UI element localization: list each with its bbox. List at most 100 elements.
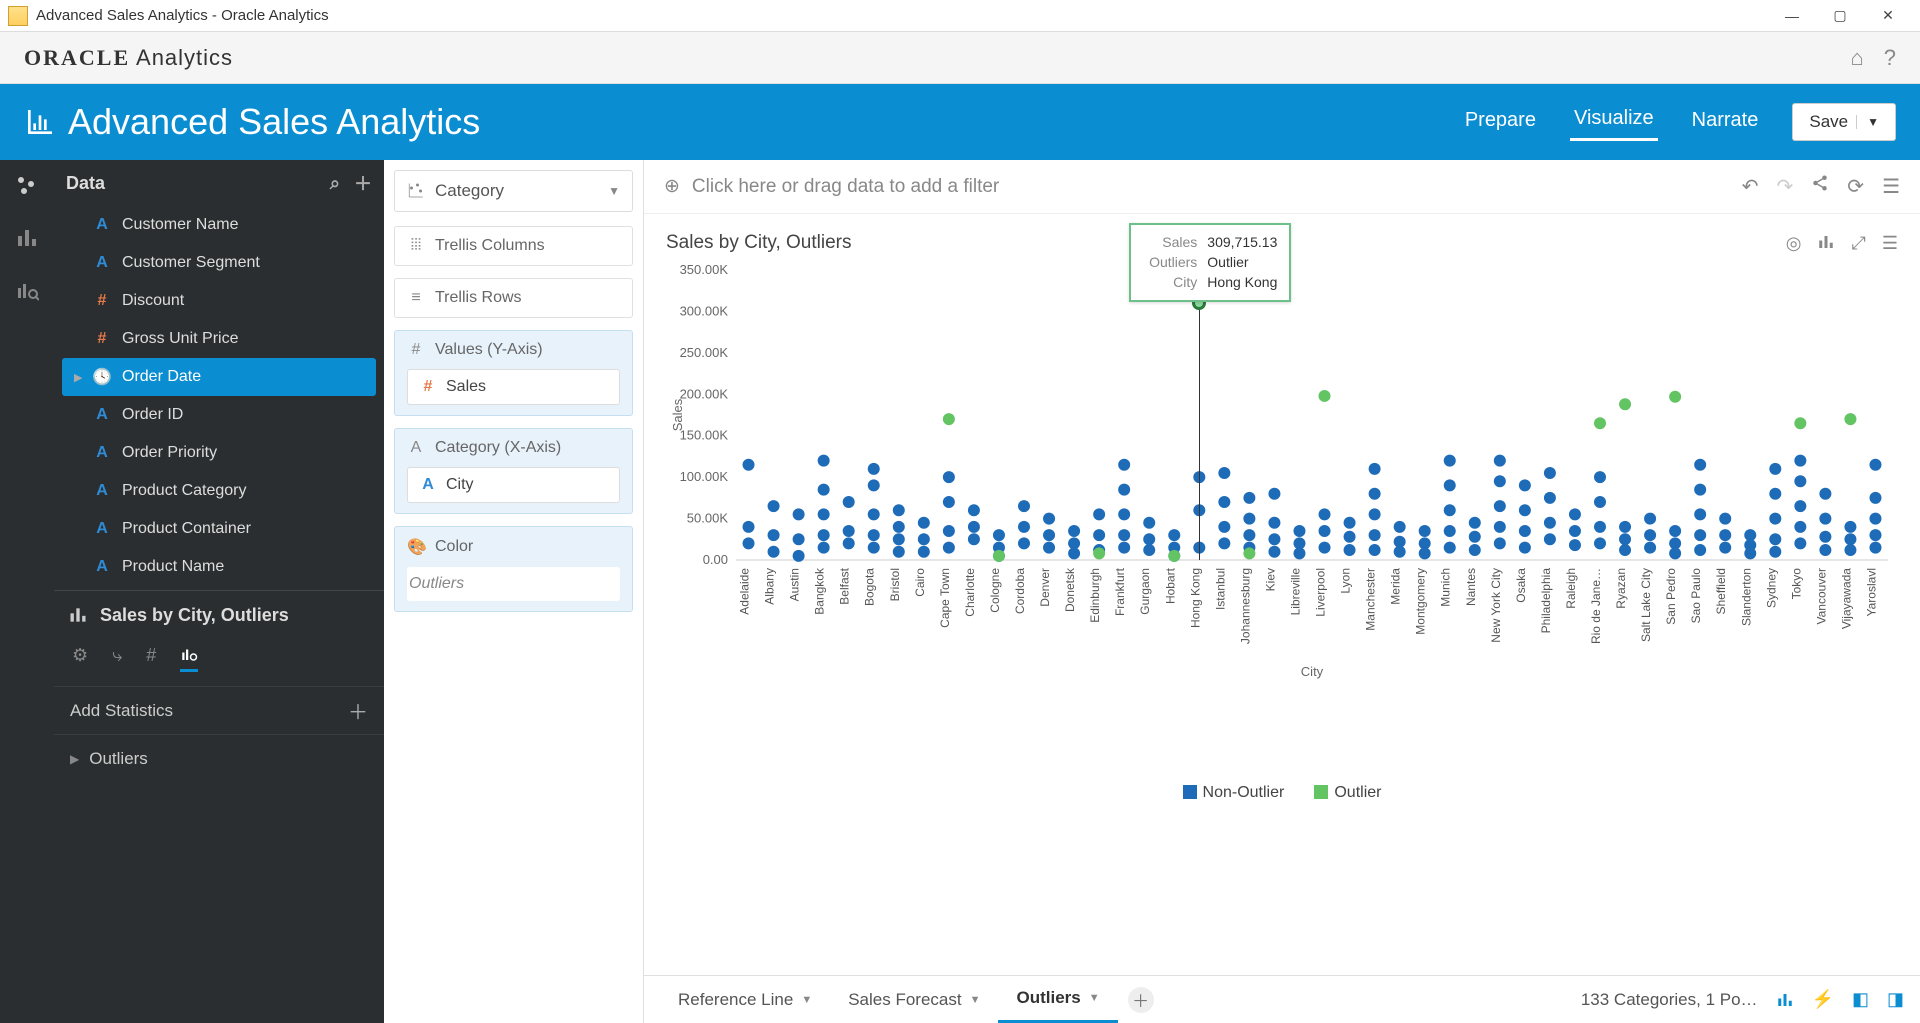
- undo-icon[interactable]: ↶: [1742, 174, 1759, 199]
- shelf-color[interactable]: 🎨ColorOutliers: [394, 526, 633, 612]
- tooltip-drop-line: [1199, 303, 1200, 560]
- minimize-button[interactable]: —: [1768, 0, 1816, 32]
- shelf-pill[interactable]: Outliers: [407, 567, 620, 601]
- shelf-trellis-columns[interactable]: ⦙⦙⦙Trellis Columns: [394, 226, 633, 266]
- field-order-id[interactable]: AOrder ID: [54, 396, 384, 434]
- svg-text:Sao Paulo: Sao Paulo: [1689, 568, 1703, 624]
- field-discount[interactable]: #Discount: [54, 282, 384, 320]
- analysis-section: Sales by City, Outliers: [54, 591, 384, 639]
- svg-text:Cape Town: Cape Town: [938, 568, 952, 628]
- rail-viz-icon[interactable]: [15, 226, 39, 250]
- svg-text:150.00K: 150.00K: [680, 428, 729, 443]
- bolt-icon[interactable]: ⚡: [1812, 989, 1834, 1010]
- viz-menu-icon[interactable]: ☰: [1882, 233, 1898, 254]
- viz-title: Sales by City, Outliers: [666, 232, 851, 254]
- field-product-category[interactable]: AProduct Category: [54, 472, 384, 510]
- save-button[interactable]: Save▼: [1792, 103, 1896, 141]
- shelf-values-y-axis-[interactable]: #Values (Y-Axis)#Sales: [394, 330, 633, 416]
- analysis-icon: [68, 605, 88, 625]
- tab-narrate[interactable]: Narrate: [1688, 105, 1763, 140]
- shelf-trellis-rows[interactable]: ≡Trellis Rows: [394, 278, 633, 318]
- save-dropdown-caret[interactable]: ▼: [1856, 115, 1879, 129]
- rail-data-icon[interactable]: [15, 174, 39, 198]
- tool-explain-icon[interactable]: [180, 645, 198, 672]
- target-icon[interactable]: ◎: [1786, 233, 1802, 254]
- tab-prepare[interactable]: Prepare: [1461, 105, 1540, 140]
- svg-text:Hong Kong: Hong Kong: [1188, 568, 1202, 628]
- redo-icon[interactable]: ↷: [1777, 174, 1794, 199]
- field-type-icon: 🕓: [92, 367, 112, 387]
- help-icon[interactable]: ?: [1884, 45, 1896, 71]
- shelf-icon: #: [407, 341, 425, 359]
- filter-bar[interactable]: ⊕ Click here or drag data to add a filte…: [644, 160, 1920, 214]
- tab-visualize[interactable]: Visualize: [1570, 103, 1658, 141]
- home-icon[interactable]: ⌂: [1850, 45, 1863, 71]
- add-data-icon[interactable]: ＋: [354, 170, 372, 196]
- viz-switch-icon[interactable]: [1817, 233, 1835, 254]
- svg-text:Vijayawada: Vijayawada: [1839, 568, 1853, 629]
- share-icon[interactable]: [1811, 174, 1829, 199]
- svg-text:350.00K: 350.00K: [680, 262, 729, 277]
- add-statistics-row[interactable]: Add Statistics＋: [54, 686, 384, 734]
- menu-icon[interactable]: ☰: [1882, 174, 1900, 199]
- tab-dropdown-icon[interactable]: ▼: [970, 994, 981, 1006]
- add-statistics-plus-icon[interactable]: ＋: [348, 696, 368, 725]
- svg-text:Nantes: Nantes: [1464, 568, 1478, 606]
- viz-type-caret-icon: ▼: [608, 184, 620, 198]
- field-customer-name[interactable]: ACustomer Name: [54, 206, 384, 244]
- app-icon: [8, 6, 28, 26]
- expand-icon[interactable]: ⤢: [1851, 233, 1865, 254]
- add-filter-icon[interactable]: ⊕: [664, 175, 680, 198]
- svg-text:Edinburgh: Edinburgh: [1088, 568, 1102, 623]
- svg-text:Kiev: Kiev: [1263, 568, 1277, 591]
- add-canvas-button[interactable]: ＋: [1128, 987, 1154, 1013]
- field-order-date[interactable]: ▶🕓Order Date: [62, 358, 376, 396]
- chart-plot[interactable]: 0.0050.00K100.00K150.00K200.00K250.00K30…: [666, 260, 1898, 780]
- chart-legend: Non-Outlier Outlier: [666, 784, 1898, 802]
- tab-dropdown-icon[interactable]: ▼: [1089, 992, 1100, 1004]
- shelf-label: Trellis Rows: [435, 289, 522, 307]
- refresh-icon[interactable]: ⟳: [1847, 174, 1864, 199]
- field-order-priority[interactable]: AOrder Priority: [54, 434, 384, 472]
- shelf-pill[interactable]: ACity: [407, 467, 620, 503]
- svg-text:Osaka: Osaka: [1514, 568, 1528, 603]
- field-customer-segment[interactable]: ACustomer Segment: [54, 244, 384, 282]
- shelf-pill[interactable]: #Sales: [407, 369, 620, 405]
- svg-text:Cologne: Cologne: [988, 568, 1002, 613]
- canvas-tab-sales-forecast[interactable]: Sales Forecast▼: [830, 976, 998, 1023]
- outliers-caret-icon: ▶: [70, 752, 79, 766]
- maximize-button[interactable]: ▢: [1816, 0, 1864, 32]
- shelf-label: Category (X-Axis): [435, 439, 561, 457]
- layout-right-icon[interactable]: ◨: [1887, 989, 1904, 1010]
- search-icon[interactable]: ⌕: [330, 173, 340, 194]
- tab-dropdown-icon[interactable]: ▼: [801, 994, 812, 1006]
- canvas-tab-outliers[interactable]: Outliers▼: [998, 976, 1117, 1023]
- outliers-row[interactable]: ▶Outliers: [54, 734, 384, 782]
- field-label: Order Priority: [122, 444, 217, 462]
- viz-type-label: Category: [435, 181, 504, 201]
- field-product-name[interactable]: AProduct Name: [54, 548, 384, 586]
- tool-cluster-icon[interactable]: ⤷: [112, 645, 122, 672]
- tool-hash-icon[interactable]: #: [146, 645, 156, 672]
- data-panel-title: Data: [66, 173, 105, 194]
- canvas-tab-reference-line[interactable]: Reference Line▼: [660, 976, 830, 1023]
- viz-type-selector[interactable]: Category ▼: [394, 170, 633, 212]
- rail-explore-icon[interactable]: [15, 278, 39, 302]
- svg-text:Denver: Denver: [1038, 568, 1052, 607]
- field-label: Product Container: [122, 520, 251, 538]
- filter-hint: Click here or drag data to add a filter: [692, 176, 999, 198]
- svg-text:Raleigh: Raleigh: [1564, 568, 1578, 609]
- svg-text:Donetsk: Donetsk: [1063, 567, 1077, 612]
- field-label: Product Category: [122, 482, 247, 500]
- svg-text:50.00K: 50.00K: [687, 511, 729, 526]
- field-product-container[interactable]: AProduct Container: [54, 510, 384, 548]
- close-button[interactable]: ✕: [1864, 0, 1912, 32]
- svg-text:San Pedro: San Pedro: [1664, 568, 1678, 625]
- field-gross-unit-price[interactable]: #Gross Unit Price: [54, 320, 384, 358]
- field-type-icon: #: [92, 292, 112, 310]
- layout-left-icon[interactable]: ◧: [1852, 989, 1869, 1010]
- auto-insight-icon[interactable]: [1776, 991, 1794, 1009]
- chart-tooltip: Sales309,715.13OutliersOutlierCityHong K…: [1129, 223, 1291, 302]
- shelf-category-x-axis-[interactable]: ACategory (X-Axis)ACity: [394, 428, 633, 514]
- tool-settings-icon[interactable]: ⚙: [72, 645, 88, 672]
